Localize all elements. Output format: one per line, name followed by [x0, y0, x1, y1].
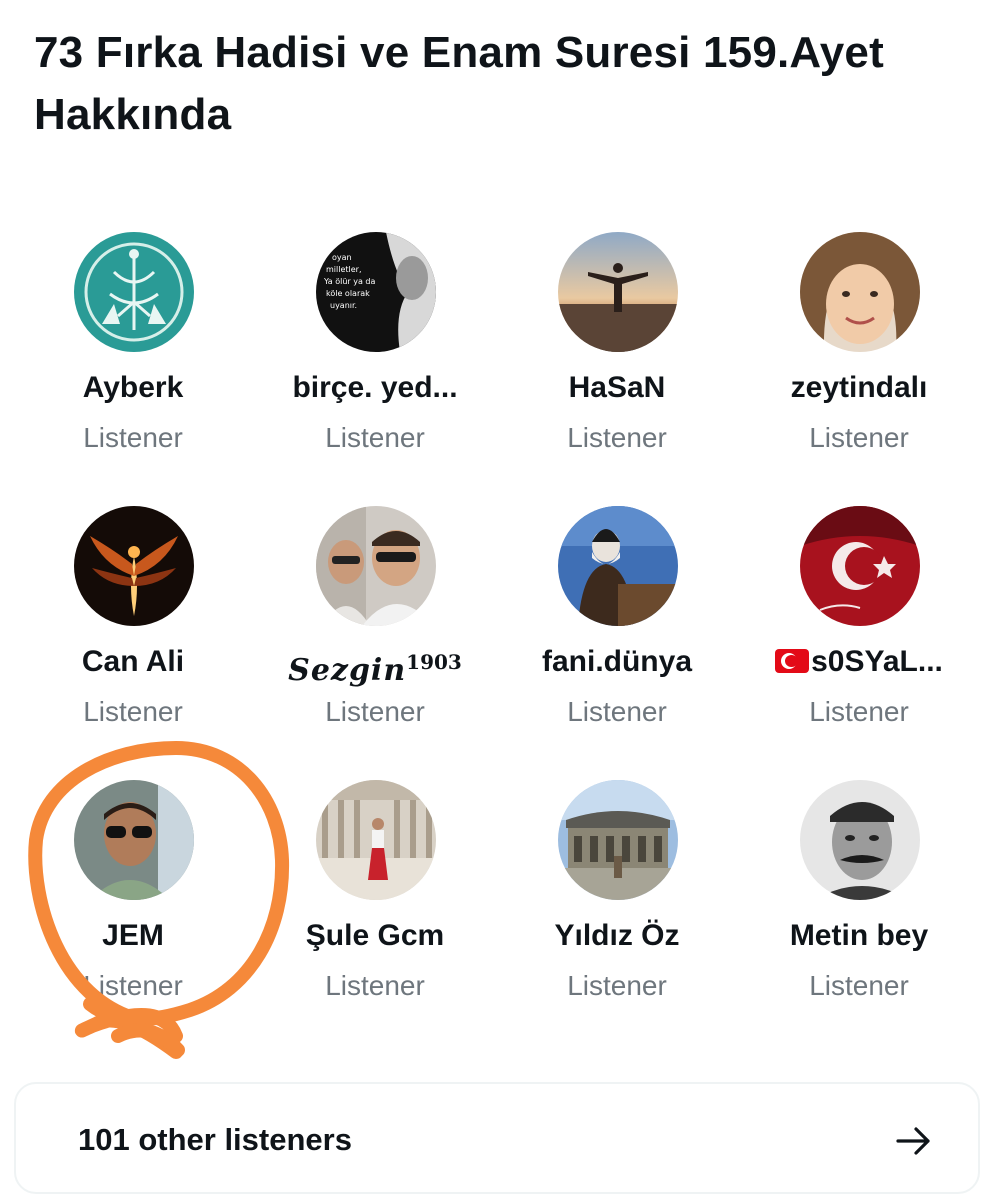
building-avatar-image	[558, 780, 678, 900]
sunset-man-avatar-image	[558, 232, 678, 352]
listener-name: Can Ali	[81, 645, 185, 678]
other-listeners-button[interactable]: 101 other listeners	[14, 1082, 980, 1194]
listener-name: JEM	[102, 919, 164, 952]
arrow-right-icon	[896, 1127, 930, 1155]
space-title: 73 Fırka Hadisi ve Enam Suresi 159.Ayet …	[34, 28, 884, 139]
avatar	[74, 506, 194, 626]
listener-role: Listener	[567, 970, 667, 1001]
listener-name: birçe. yed...	[292, 371, 458, 404]
listener-card[interactable]: s0SYaL... Listener	[738, 500, 980, 740]
listener-name: Yıldız Öz	[554, 919, 680, 952]
fire-phoenix-avatar-image	[74, 506, 194, 626]
listener-card[interactable]: Ayberk Listener	[12, 226, 254, 466]
emblem-avatar-image	[74, 232, 194, 352]
avatar	[558, 232, 678, 352]
listener-role: Listener	[809, 422, 909, 453]
avatar	[74, 232, 194, 352]
avatar	[558, 780, 678, 900]
avatar	[74, 780, 194, 900]
listener-role: Listener	[567, 422, 667, 453]
listener-role: Listener	[325, 422, 425, 453]
listener-card[interactable]: Can Ali Listener	[12, 500, 254, 740]
speaker-podium-avatar-image	[558, 506, 678, 626]
poster-text-line: Ya ölür ya da	[323, 277, 376, 286]
avatar: oyan milletler, Ya ölür ya da köle olara…	[316, 232, 436, 352]
listener-name: Ayberk	[82, 371, 184, 404]
listener-card[interactable]: Metin bey Listener	[738, 774, 980, 1014]
listener-card[interactable]: oyan milletler, Ya ölür ya da köle olara…	[254, 226, 496, 466]
listener-role: Listener	[809, 696, 909, 727]
avatar	[316, 780, 436, 900]
listener-role: Listener	[83, 422, 183, 453]
avatar	[558, 506, 678, 626]
listener-role: Listener	[325, 696, 425, 727]
listener-name: fani.dünya	[541, 645, 692, 678]
avatar	[800, 506, 920, 626]
poster-text-line: milletler,	[326, 265, 362, 274]
turkish-flag-avatar-image	[800, 506, 920, 626]
listener-grid: Ayberk Listener oyan milletler, Ya ölür …	[12, 226, 982, 1016]
avatar	[316, 506, 436, 626]
listener-role: Listener	[83, 970, 183, 1001]
listener-card[interactable]: fani.dünya Listener	[496, 500, 738, 740]
courtyard-woman-avatar-image	[316, 780, 436, 900]
listener-name: s0SYaL...	[738, 642, 980, 682]
listener-card[interactable]: HaSaN Listener	[496, 226, 738, 466]
listener-name-superscript: 1903	[406, 650, 462, 674]
listener-role: Listener	[809, 970, 909, 1001]
sunglasses-man-avatar-image	[74, 780, 194, 900]
poster-text-line: oyan	[332, 253, 352, 262]
listener-name: zeytindalı	[790, 371, 928, 404]
avatar	[800, 780, 920, 900]
turkey-flag-icon	[775, 649, 810, 673]
other-listeners-label: 101 other listeners	[78, 1122, 352, 1157]
listener-name: HaSaN	[568, 371, 666, 404]
poster-text-line: uyanır.	[330, 301, 357, 310]
listener-role: Listener	[325, 970, 425, 1001]
listener-card[interactable]: Yıldız Öz Listener	[496, 774, 738, 1014]
listener-card[interactable]: JEM Listener	[12, 774, 254, 1014]
child-face-avatar-image	[800, 232, 920, 352]
listener-role: Listener	[567, 696, 667, 727]
quote-poster-avatar-image: oyan milletler, Ya ölür ya da köle olara…	[316, 232, 436, 352]
selfie-avatar-image	[316, 506, 436, 626]
listener-name: Sezgin1903	[288, 650, 462, 688]
listener-card[interactable]: Şule Gcm Listener	[254, 774, 496, 1014]
listener-card[interactable]: Sezgin1903 Listener	[254, 500, 496, 740]
poster-text-line: köle olarak	[326, 289, 370, 298]
mustache-man-avatar-image	[800, 780, 920, 900]
avatar	[800, 232, 920, 352]
listener-name: Metin bey	[789, 919, 929, 952]
listener-role: Listener	[83, 696, 183, 727]
listener-name: Şule Gcm	[305, 919, 445, 952]
listener-card[interactable]: zeytindalı Listener	[738, 226, 980, 466]
